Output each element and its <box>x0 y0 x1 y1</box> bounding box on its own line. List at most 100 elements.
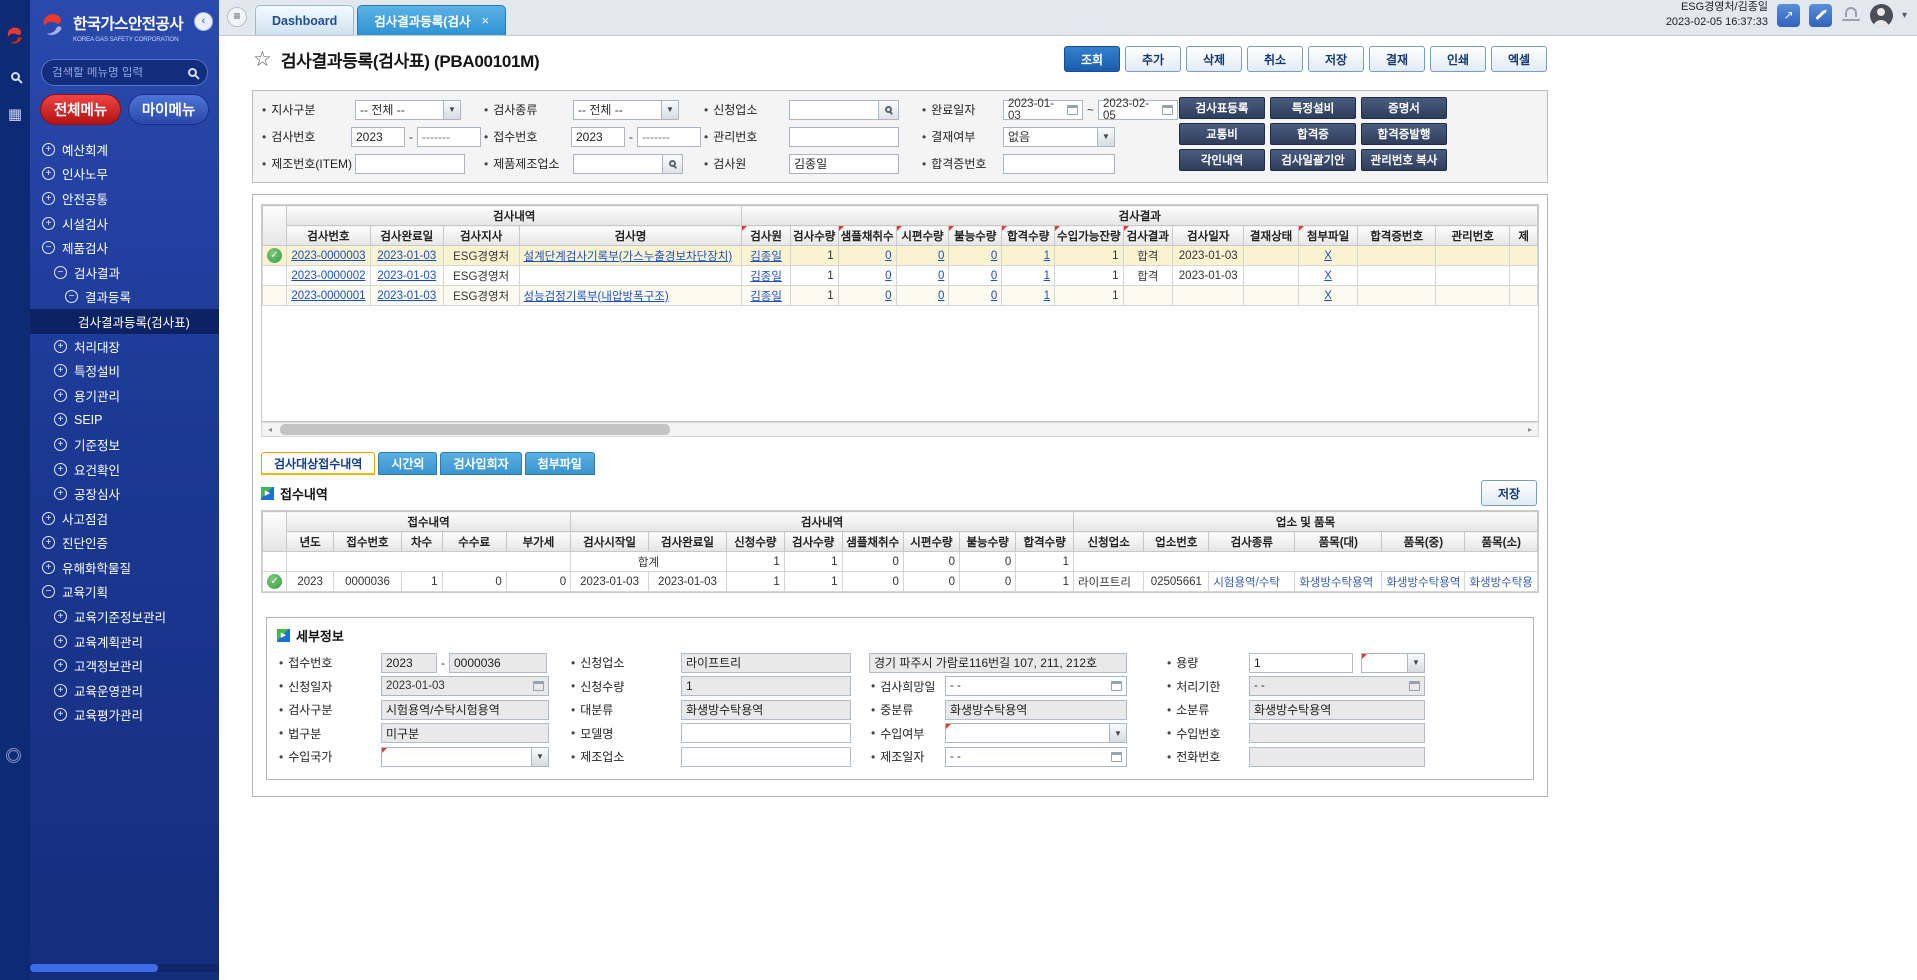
manufacturer-field[interactable] <box>681 747 851 767</box>
sample-qty-link[interactable]: 0 <box>885 270 891 282</box>
expand-icon[interactable] <box>42 512 55 525</box>
phone-field[interactable] <box>1249 747 1425 767</box>
tab-attachment[interactable]: 첨부파일 <box>525 452 595 475</box>
receipt-year-field[interactable] <box>381 653 437 673</box>
menu-item[interactable]: 처리대장 <box>30 334 219 359</box>
attachment-link[interactable]: X <box>1324 290 1332 302</box>
column-header[interactable]: 품목(소) <box>1465 532 1538 552</box>
print-button[interactable]: 인쇄 <box>1430 46 1486 72</box>
attachment-link[interactable]: X <box>1324 270 1332 282</box>
column-header[interactable]: 결재상태 <box>1244 226 1298 246</box>
capacity-field[interactable] <box>1249 653 1353 673</box>
collapse-icon[interactable] <box>65 290 78 303</box>
expand-icon[interactable] <box>54 340 67 353</box>
inspection-number-link[interactable]: 2023-0000002 <box>291 270 365 282</box>
column-header[interactable]: 수수료 <box>442 532 506 552</box>
delete-button[interactable]: 삭제 <box>1186 46 1242 72</box>
settings-gear-icon[interactable] <box>6 748 21 763</box>
column-header[interactable]: 불능수량 <box>960 532 1016 552</box>
column-header[interactable]: 시편수량 <box>903 532 959 552</box>
inspection-no-seq-input[interactable] <box>417 127 481 147</box>
menu-item[interactable]: 용기관리 <box>30 383 219 408</box>
inspection-name-link[interactable]: 설계단계검사기록부(가스누출경보차단장치) <box>524 251 733 263</box>
column-header[interactable]: 합격증번호 <box>1358 226 1436 246</box>
fail-qty-link[interactable]: 0 <box>991 290 997 302</box>
pass-cert-issue-button[interactable]: 합격증발행 <box>1361 123 1447 145</box>
column-header[interactable]: 검사결과 <box>1123 226 1173 246</box>
specimen-qty-link[interactable]: 0 <box>938 250 944 262</box>
collapse-icon[interactable] <box>42 241 55 254</box>
horizontal-scrollbar[interactable]: ◂ ▸ <box>261 422 1539 437</box>
tab-witness[interactable]: 검사입회자 <box>440 452 521 475</box>
import-yn-select[interactable]: ▼ <box>945 723 1127 743</box>
column-header[interactable]: 첨부파일 <box>1298 226 1357 246</box>
column-header[interactable]: 검사명 <box>519 226 742 246</box>
collapse-icon[interactable] <box>54 266 67 279</box>
column-header[interactable]: 신청수량 <box>726 532 784 552</box>
expand-icon[interactable] <box>54 463 67 476</box>
section-save-button[interactable]: 저장 <box>1481 480 1537 506</box>
inspection-type-field[interactable] <box>381 700 549 720</box>
fail-qty-link[interactable]: 0 <box>991 250 997 262</box>
hamburger-icon[interactable]: ≡ <box>227 7 247 27</box>
close-icon[interactable]: × <box>481 13 489 28</box>
expand-icon[interactable] <box>42 167 55 180</box>
manufacture-date-field[interactable]: - - <box>945 747 1127 767</box>
sample-qty-link[interactable]: 0 <box>885 290 891 302</box>
table-row[interactable]: 2023-0000003 2023-01-03 ESG경영처 설계단계검사기록부… <box>263 246 1538 266</box>
menu-item[interactable]: 시설검사 <box>30 211 219 236</box>
scroll-right-icon[interactable]: ▸ <box>1522 423 1538 436</box>
apply-qty-field[interactable] <box>681 676 851 696</box>
column-header[interactable]: 품목(중) <box>1382 532 1465 552</box>
menu-item[interactable]: 사고점검 <box>30 506 219 531</box>
inspection-sheet-register-button[interactable]: 검사표등록 <box>1179 97 1265 119</box>
applicant-company-field[interactable] <box>681 653 851 673</box>
inspector-link[interactable]: 김종일 <box>750 291 782 303</box>
hope-date-field[interactable]: - - <box>945 676 1127 696</box>
menu-item[interactable]: SEIP <box>30 408 219 433</box>
column-header[interactable]: 검사완료일 <box>370 226 443 246</box>
approval-status-select[interactable]: 없음▼ <box>1003 127 1115 147</box>
category-small-field[interactable] <box>1249 700 1425 720</box>
scrollbar-thumb[interactable] <box>280 424 670 435</box>
search-lookup-button[interactable] <box>663 154 683 174</box>
scroll-left-icon[interactable]: ◂ <box>262 423 278 436</box>
column-header[interactable]: 샘플채취수 <box>842 532 903 552</box>
column-header[interactable]: 검사수량 <box>790 226 838 246</box>
complete-date-from[interactable]: 2023-01-03 <box>1003 100 1083 120</box>
attachment-link[interactable]: X <box>1324 250 1332 262</box>
column-header[interactable]: 검사원 <box>742 226 790 246</box>
import-country-select[interactable]: ▼ <box>381 747 549 767</box>
expand-icon[interactable] <box>54 659 67 672</box>
excel-button[interactable]: 엑셀 <box>1491 46 1547 72</box>
import-no-field[interactable] <box>1249 723 1425 743</box>
specimen-qty-link[interactable]: 0 <box>938 290 944 302</box>
column-header[interactable]: 검사번호 <box>287 226 371 246</box>
sample-qty-link[interactable]: 0 <box>885 250 891 262</box>
column-header[interactable]: 시편수량 <box>896 226 949 246</box>
category-large-field[interactable] <box>681 700 851 720</box>
menu-search-icon[interactable] <box>188 68 197 77</box>
menu-item[interactable]: 기준정보 <box>30 432 219 457</box>
expand-icon[interactable] <box>42 217 55 230</box>
menu-item[interactable]: 검사결과 <box>30 260 219 285</box>
my-menu-button[interactable]: 마이메뉴 <box>128 94 209 125</box>
column-header[interactable]: 샘플채취수 <box>838 226 896 246</box>
complete-date-link[interactable]: 2023-01-03 <box>377 250 436 262</box>
inspection-number-link[interactable]: 2023-0000003 <box>291 250 365 262</box>
avatar[interactable] <box>1870 4 1893 27</box>
column-header[interactable]: 검사수량 <box>784 532 842 552</box>
menu-item[interactable]: 제품검사 <box>30 235 219 260</box>
mgmt-no-copy-button[interactable]: 관리번호 복사 <box>1361 149 1447 171</box>
expand-icon[interactable] <box>54 610 67 623</box>
favorite-star-icon[interactable]: ☆ <box>253 47 272 72</box>
expand-icon[interactable] <box>54 635 67 648</box>
menu-item[interactable]: 고객정보관리 <box>30 653 219 678</box>
menu-item[interactable]: 공장심사 <box>30 481 219 506</box>
inspector-input[interactable] <box>789 154 899 174</box>
pass-qty-link[interactable]: 1 <box>1044 250 1050 262</box>
menu-item[interactable]: 교육기획 <box>30 580 219 605</box>
complete-date-link[interactable]: 2023-01-03 <box>377 290 436 302</box>
mgmt-no-input[interactable] <box>789 127 899 147</box>
tab-active-page[interactable]: 검사결과등록(검사× <box>357 5 506 35</box>
